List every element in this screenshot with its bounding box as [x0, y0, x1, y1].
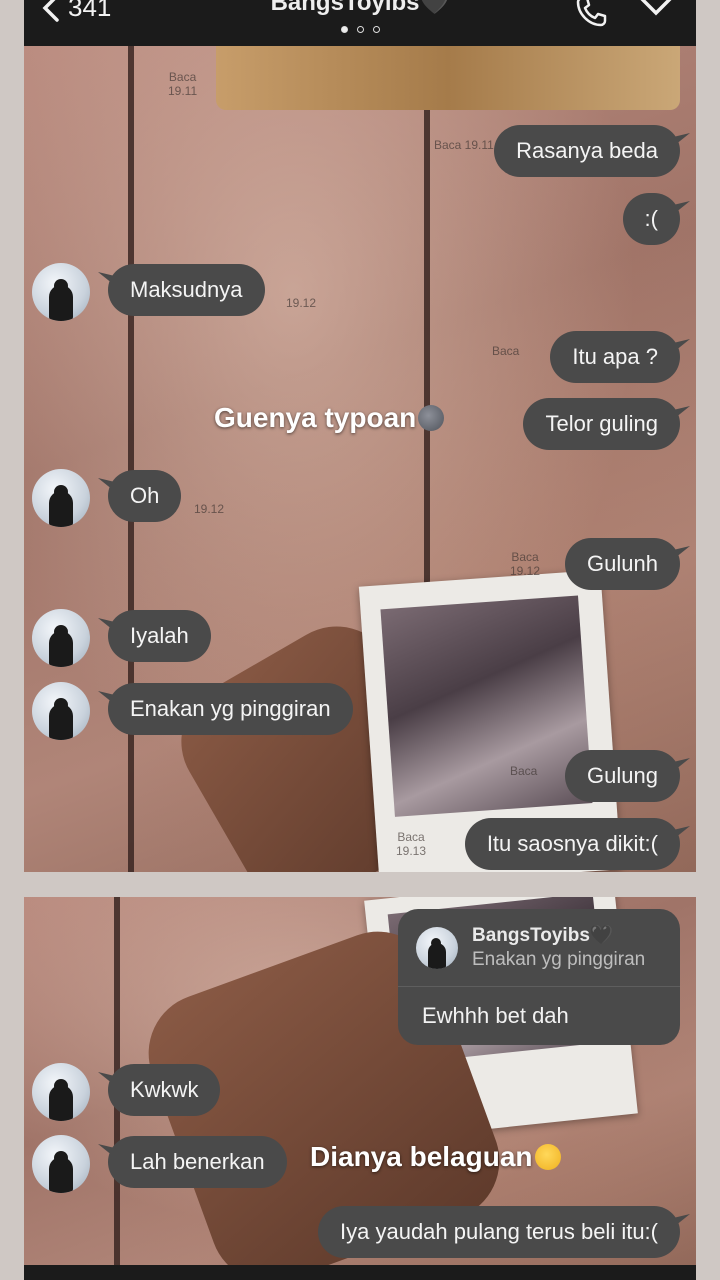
contact-avatar[interactable] — [32, 263, 90, 321]
chat-panel-2: BangsToyibs🖤 Enakan yg pinggiran Ewhhh b… — [24, 897, 696, 1265]
message-text: Rasanya beda — [516, 138, 658, 163]
page-dot — [356, 26, 364, 33]
message-text: Itu saosnya dikit:( — [486, 831, 658, 856]
message-bubble-incoming[interactable]: Maksudnya — [108, 264, 265, 316]
image-message-thumbnail[interactable] — [216, 46, 680, 110]
chat-header: 341 BangsToyibs🖤 — [24, 0, 696, 46]
bottom-bar — [24, 1265, 696, 1280]
message-text: :( — [644, 206, 658, 231]
message-text: Lah benerkan — [130, 1149, 265, 1174]
contact-avatar[interactable] — [32, 1135, 90, 1193]
chat-panel-1: Baca 19.11 Rasanya beda Baca 19.11 :( Mak… — [24, 46, 696, 872]
message-meta: Baca 19.11 — [434, 138, 494, 152]
quoted-message[interactable]: BangsToyibs🖤 Enakan yg pinggiran — [398, 909, 680, 987]
message-text: Enakan yg pinggiran — [130, 696, 331, 721]
read-receipt: Baca 19.13 — [396, 830, 427, 858]
message-text: Iya yaudah pulang terus beli itu:( — [340, 1219, 658, 1244]
reply-message-bubble[interactable]: BangsToyibs🖤 Enakan yg pinggiran Ewhhh b… — [398, 909, 680, 1045]
message-text: Oh — [130, 483, 160, 508]
message-time: 19.12 — [194, 502, 225, 516]
message-time: 19.12 — [286, 296, 317, 310]
read-receipt: Baca — [492, 344, 520, 358]
message-bubble-incoming[interactable]: Oh — [108, 470, 182, 522]
message-bubble-outgoing[interactable]: Gulunh — [565, 538, 680, 590]
read-receipt: Baca 19.11 — [168, 70, 198, 98]
message-text: Kwkwk — [130, 1077, 199, 1102]
phone-icon[interactable] — [574, 0, 608, 28]
message-text: Iyalah — [130, 623, 189, 648]
quoted-text: Enakan yg pinggiran — [472, 949, 646, 970]
contact-avatar[interactable] — [32, 682, 90, 740]
message-bubble-outgoing[interactable]: Itu saosnya dikit:( — [464, 818, 680, 870]
message-bubble-outgoing[interactable]: Iya yaudah pulang terus beli itu:( — [318, 1206, 680, 1258]
reply-text: Ewhhh bet dah — [422, 1003, 569, 1028]
message-text: Maksudnya — [130, 277, 243, 302]
message-text: Gulunh — [587, 551, 658, 576]
page-dot — [372, 26, 380, 33]
moon-emoji-icon — [418, 405, 445, 431]
contact-avatar[interactable] — [32, 609, 90, 667]
read-receipt: Baca — [510, 764, 538, 778]
chevron-down-icon[interactable] — [638, 0, 674, 20]
message-bubble-incoming[interactable]: Kwkwk — [108, 1064, 221, 1116]
sticker-text-overlay: Dianya belaguan — [310, 1141, 561, 1173]
heart-emoji: 🖤 — [419, 0, 450, 16]
message-bubble-outgoing[interactable]: Telor guling — [523, 398, 680, 450]
message-text: Itu apa ? — [572, 344, 658, 369]
read-receipt: Baca 19.12 — [510, 550, 541, 578]
sticker-text-overlay: Guenya typoan — [214, 402, 445, 434]
contact-avatar[interactable] — [32, 469, 90, 527]
screenshot-divider — [24, 872, 696, 897]
message-bubble-incoming[interactable]: Enakan yg pinggiran — [108, 683, 353, 735]
message-bubble-outgoing[interactable]: Gulung — [565, 750, 680, 802]
quoted-avatar — [416, 927, 458, 969]
message-bubble-incoming[interactable]: Lah benerkan — [108, 1136, 287, 1188]
message-bubble-outgoing[interactable]: Itu apa ? — [550, 331, 680, 383]
contact-name: BangsToyibs — [270, 0, 420, 16]
contact-avatar[interactable] — [32, 1063, 90, 1121]
background-stripe — [128, 46, 134, 872]
message-text: Telor guling — [545, 411, 658, 436]
message-bubble-outgoing[interactable]: Rasanya beda — [494, 125, 680, 177]
message-bubble-incoming[interactable]: Iyalah — [108, 610, 211, 662]
message-bubble-outgoing[interactable]: :( — [622, 193, 680, 245]
message-text: Gulung — [587, 763, 658, 788]
page-dot — [340, 26, 348, 33]
sleepy-face-emoji-icon — [534, 1144, 561, 1170]
quoted-sender: BangsToyibs🖤 — [472, 925, 614, 946]
